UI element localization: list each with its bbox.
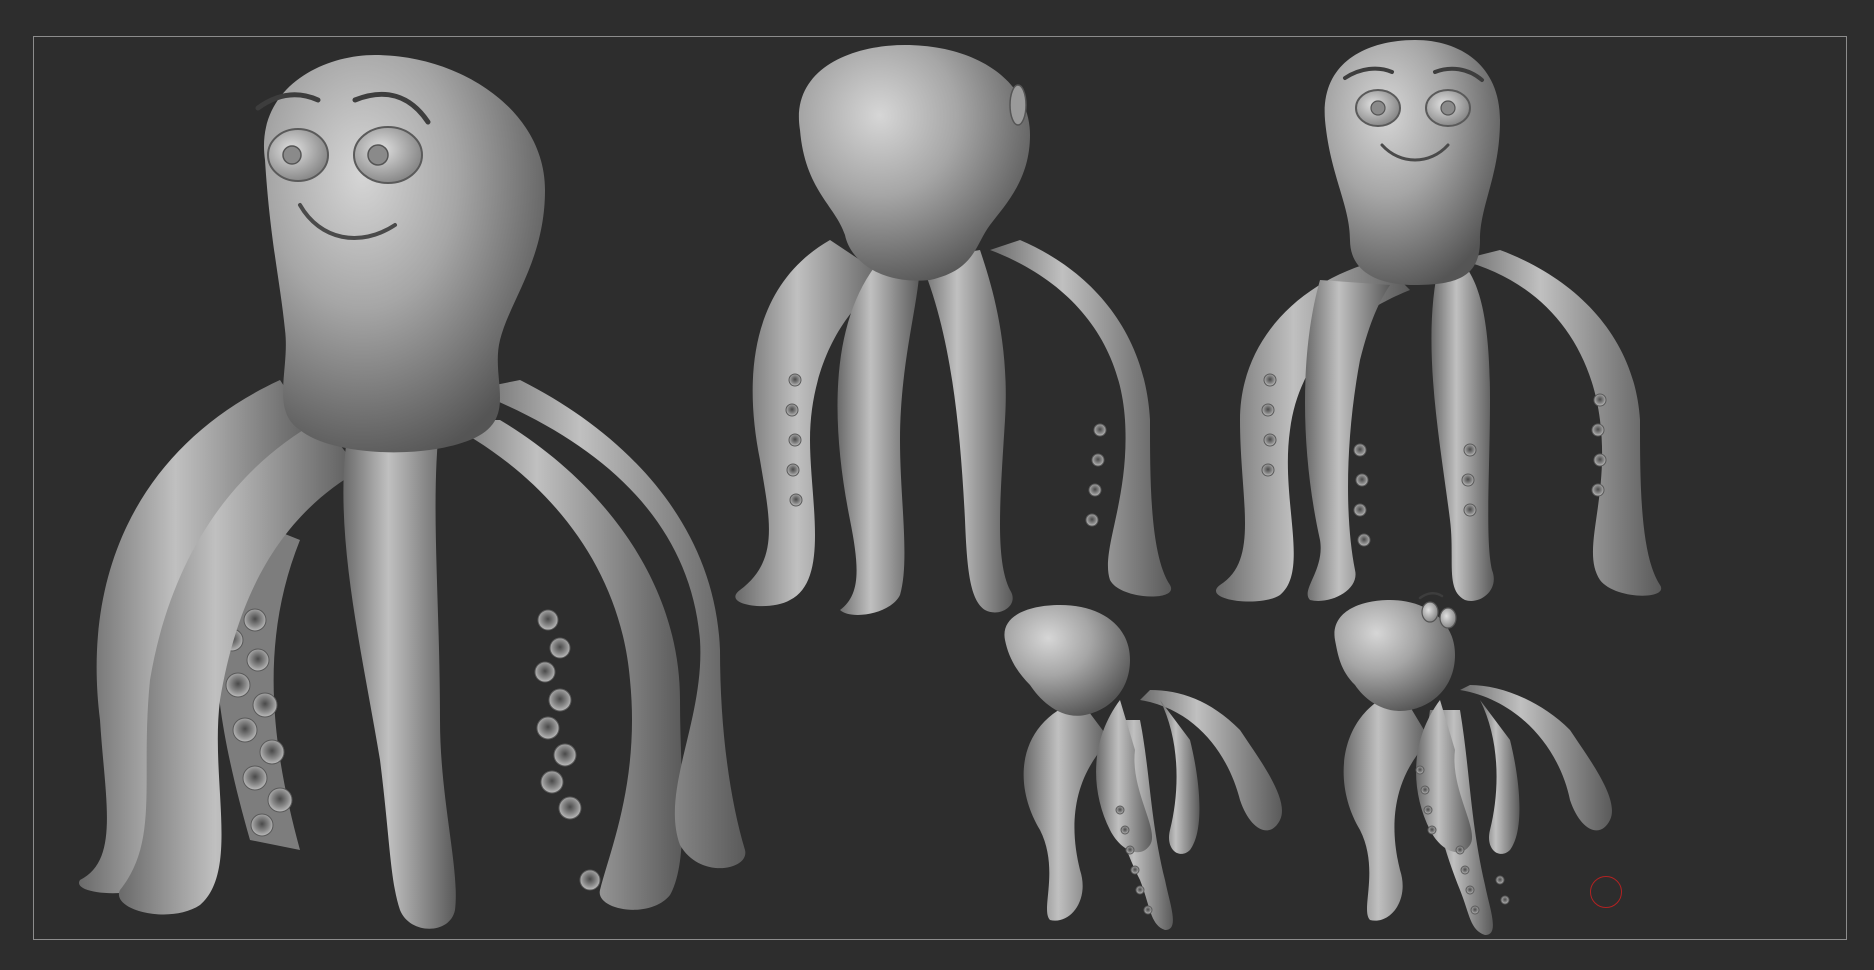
octopus-back[interactable] xyxy=(735,45,1172,615)
octopus-top-back-small[interactable] xyxy=(1004,605,1282,930)
viewport-render[interactable] xyxy=(0,0,1874,970)
octopus-top-front-small[interactable] xyxy=(1334,592,1612,935)
octopus-front-three-quarter-large[interactable] xyxy=(79,55,746,929)
zbrush-canvas[interactable] xyxy=(0,0,1874,970)
octopus-front[interactable] xyxy=(1215,40,1662,602)
brush-circle-icon[interactable] xyxy=(1590,876,1622,908)
